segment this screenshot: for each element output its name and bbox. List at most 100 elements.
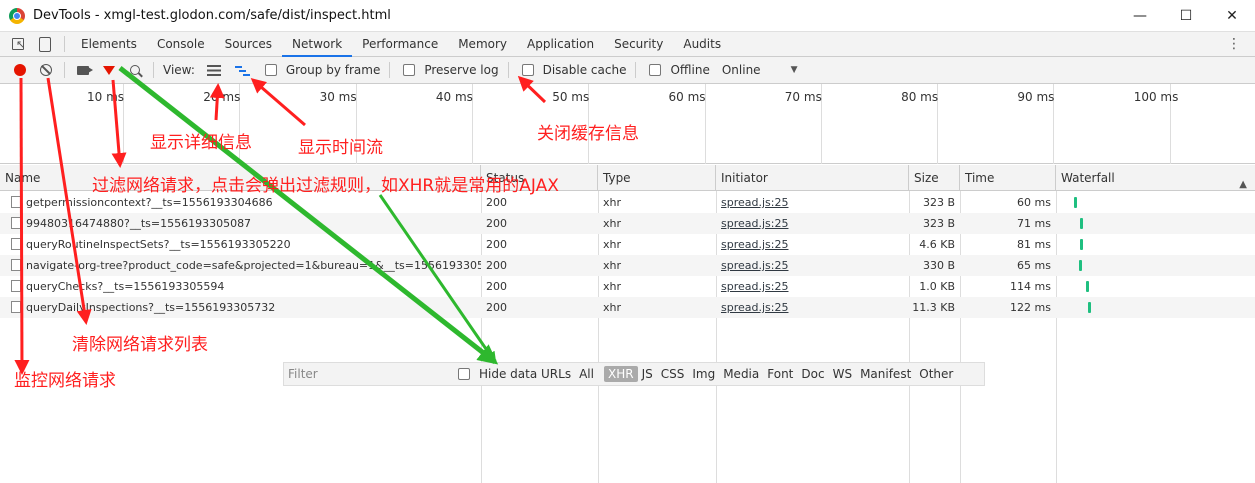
table-row[interactable]: 99480316474880?__ts=1556193305087 200 xhr s… bbox=[0, 213, 1255, 234]
large-rows-icon[interactable] bbox=[206, 64, 221, 76]
filter-type-other[interactable]: Other bbox=[915, 367, 957, 381]
file-icon bbox=[11, 196, 21, 208]
file-icon bbox=[11, 217, 21, 229]
filter-type-doc[interactable]: Doc bbox=[797, 367, 828, 381]
request-type: xhr bbox=[603, 196, 622, 209]
column-header-time[interactable]: Time bbox=[960, 165, 1056, 191]
waterfall-label: Waterfall bbox=[1061, 171, 1115, 185]
request-initiator: spread.js:25 bbox=[716, 255, 909, 276]
filter-type-all[interactable]: All bbox=[575, 367, 598, 381]
waterfall-bar bbox=[1088, 302, 1092, 313]
record-button[interactable] bbox=[7, 57, 33, 83]
filter-type-media[interactable]: Media bbox=[719, 367, 763, 381]
filter-bar: Hide data URLs All XHRJSCSSImgMediaFontDo… bbox=[283, 362, 985, 386]
waterfall-bar bbox=[1078, 260, 1082, 271]
filter-type-js[interactable]: JS bbox=[638, 367, 657, 381]
chevron-down-icon[interactable]: ▼ bbox=[791, 65, 798, 75]
maximize-button[interactable]: ☐ bbox=[1163, 0, 1209, 32]
overview-tick-label: 30 ms bbox=[319, 90, 357, 104]
initiator-link[interactable]: spread.js:25 bbox=[721, 196, 788, 209]
window-controls: — ☐ ✕ bbox=[1117, 0, 1255, 32]
request-name: queryDailyInspections?__ts=1556193305732 bbox=[26, 301, 276, 314]
request-name-cell[interactable]: queryChecks?__ts=1556193305594 bbox=[0, 276, 481, 297]
initiator-link[interactable]: spread.js:25 bbox=[721, 280, 788, 293]
throttling-select[interactable]: Online bbox=[722, 63, 761, 77]
more-options-icon[interactable]: ⋮ bbox=[1227, 36, 1241, 52]
filter-icon bbox=[103, 65, 115, 75]
filter-type-img[interactable]: Img bbox=[688, 367, 719, 381]
request-status: 200 bbox=[486, 301, 507, 314]
table-row[interactable]: navigate-org-tree?product_code=safe&proj… bbox=[0, 255, 1255, 276]
request-type: xhr bbox=[603, 259, 622, 272]
devtools-tabbar: Elements Console Sources Network Perform… bbox=[0, 32, 1255, 57]
toolbar-separator bbox=[64, 62, 65, 78]
request-name: getpermissioncontext?__ts=1556193304686 bbox=[26, 196, 273, 209]
column-header-type[interactable]: Type bbox=[598, 165, 716, 191]
search-button[interactable] bbox=[122, 57, 148, 83]
initiator-link[interactable]: spread.js:25 bbox=[721, 238, 788, 251]
tab-elements[interactable]: Elements bbox=[71, 32, 147, 57]
filter-type-manifest[interactable]: Manifest bbox=[856, 367, 915, 381]
annotation-clear: 清除网络请求列表 bbox=[72, 335, 208, 355]
request-size: 323 B bbox=[922, 196, 955, 209]
file-icon bbox=[11, 280, 21, 292]
overview-icon[interactable] bbox=[234, 65, 251, 76]
tab-security[interactable]: Security bbox=[604, 32, 673, 57]
capture-screenshots-button[interactable] bbox=[70, 57, 96, 83]
column-header-waterfall[interactable]: Waterfall ▲ bbox=[1056, 165, 1255, 191]
table-row[interactable]: queryDailyInspections?__ts=1556193305732… bbox=[0, 297, 1255, 318]
request-size: 4.6 KB bbox=[919, 238, 955, 251]
overview-tick-label: 60 ms bbox=[668, 90, 706, 104]
request-name-cell[interactable]: navigate-org-tree?product_code=safe&proj… bbox=[0, 255, 481, 276]
device-toolbar-icon[interactable] bbox=[36, 36, 52, 52]
tab-sources[interactable]: Sources bbox=[215, 32, 282, 57]
tab-application[interactable]: Application bbox=[517, 32, 604, 57]
request-initiator: spread.js:25 bbox=[716, 297, 909, 318]
tab-performance[interactable]: Performance bbox=[352, 32, 448, 57]
group-by-frame-checkbox[interactable] bbox=[264, 64, 277, 76]
request-name-cell[interactable]: queryDailyInspections?__ts=1556193305732 bbox=[0, 297, 481, 318]
overview-tick-label: 50 ms bbox=[552, 90, 590, 104]
hide-data-urls-checkbox[interactable] bbox=[458, 368, 470, 380]
filter-type-css[interactable]: CSS bbox=[657, 367, 689, 381]
request-time: 114 ms bbox=[1010, 280, 1051, 293]
filter-type-font[interactable]: Font bbox=[763, 367, 797, 381]
tab-audits[interactable]: Audits bbox=[673, 32, 731, 57]
table-row[interactable]: queryChecks?__ts=1556193305594 200 xhr spre… bbox=[0, 276, 1255, 297]
clear-button[interactable] bbox=[33, 57, 59, 83]
initiator-link[interactable]: spread.js:25 bbox=[721, 301, 788, 314]
request-status: 200 bbox=[486, 217, 507, 230]
tab-network[interactable]: Network bbox=[282, 32, 353, 57]
request-status: 200 bbox=[486, 280, 507, 293]
filter-button[interactable] bbox=[96, 57, 122, 83]
minimize-button[interactable]: — bbox=[1117, 0, 1163, 32]
preserve-log-label: Preserve log bbox=[424, 63, 499, 77]
tab-console[interactable]: Console bbox=[147, 32, 215, 57]
column-header-size[interactable]: Size bbox=[909, 165, 960, 191]
initiator-link[interactable]: spread.js:25 bbox=[721, 259, 788, 272]
search-icon bbox=[130, 65, 140, 75]
request-name-cell[interactable]: queryRoutineInspectSets?__ts=15561933052… bbox=[0, 234, 481, 255]
overview-tick-label: 10 ms bbox=[87, 90, 125, 104]
initiator-link[interactable]: spread.js:25 bbox=[721, 217, 788, 230]
resource-type-filters: All XHR JS CSS Img Media Font Doc WS Manifest Othe… bbox=[575, 366, 957, 382]
table-row[interactable]: queryRoutineInspectSets?__ts=15561933052… bbox=[0, 234, 1255, 255]
inspect-element-icon[interactable] bbox=[10, 36, 26, 52]
tab-memory[interactable]: Memory bbox=[448, 32, 517, 57]
offline-label: Offline bbox=[670, 63, 710, 77]
toolbar-separator bbox=[389, 62, 391, 78]
preserve-log-checkbox[interactable] bbox=[403, 64, 416, 76]
close-button[interactable]: ✕ bbox=[1209, 0, 1255, 32]
filter-input[interactable] bbox=[286, 364, 446, 384]
annotation-detail: 显示详细信息 bbox=[150, 133, 252, 153]
request-name-cell[interactable]: 99480316474880?__ts=1556193305087 bbox=[0, 213, 481, 234]
request-type: xhr bbox=[603, 238, 622, 251]
disable-cache-checkbox[interactable] bbox=[521, 64, 534, 76]
filter-type-ws[interactable]: WS bbox=[829, 367, 856, 381]
column-header-initiator[interactable]: Initiator bbox=[716, 165, 909, 191]
annotation-filter: 过滤网络请求，点击会弹出过滤规则，如XHR就是常用的AJAX bbox=[92, 176, 559, 196]
window-title: DevTools - xmgl-test.glodon.com/safe/dis… bbox=[33, 8, 391, 23]
disable-cache-label: Disable cache bbox=[542, 63, 627, 77]
filter-type-xhr[interactable]: XHR bbox=[603, 366, 638, 382]
offline-checkbox[interactable] bbox=[649, 64, 662, 76]
